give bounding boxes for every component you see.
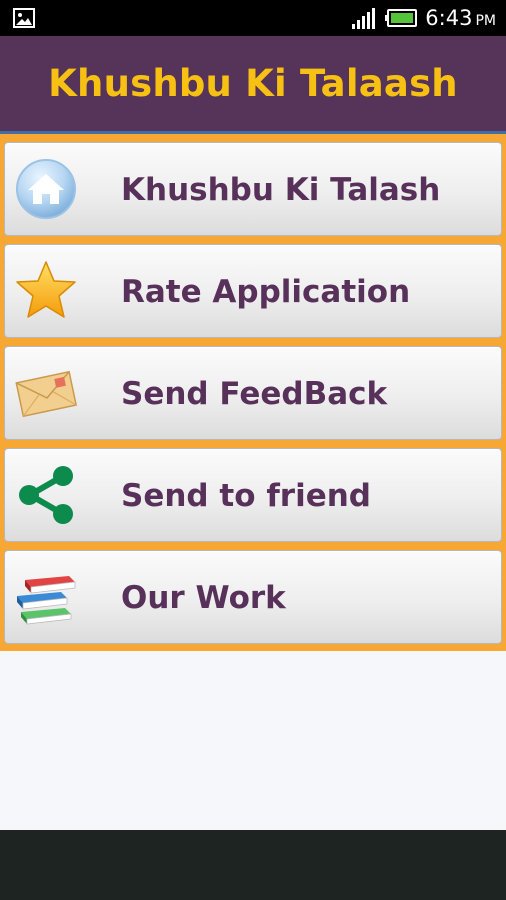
- battery-icon: [385, 9, 418, 27]
- books-icon: [17, 576, 76, 625]
- star-icon: [16, 261, 76, 318]
- menu-item-label: Our Work: [121, 580, 286, 616]
- menu-item-label: Send FeedBack: [121, 376, 388, 412]
- status-right: 6:43 PM: [351, 0, 496, 36]
- menu-item-label: Rate Application: [121, 274, 411, 310]
- clock: 6:43 PM: [425, 6, 496, 30]
- menu-item-send-feedback[interactable]: Send FeedBack: [4, 346, 502, 440]
- home-icon: [16, 159, 76, 219]
- menu-item-our-work[interactable]: Our Work: [4, 550, 502, 644]
- navigation-bar: [0, 830, 506, 900]
- app-title-bar: Khushbu Ki Talaash: [0, 36, 506, 134]
- menu-item-label: Send to friend: [121, 478, 371, 514]
- clock-time: 6:43: [425, 6, 473, 30]
- menu-item-khushbu-ki-talash[interactable]: Khushbu Ki Talash: [4, 142, 502, 236]
- menu-item-rate-application[interactable]: Rate Application: [4, 244, 502, 338]
- share-icon: [19, 466, 73, 524]
- signal-icon: [352, 8, 376, 29]
- app-title: Khushbu Ki Talaash: [48, 62, 458, 105]
- envelope-icon: [15, 370, 78, 418]
- status-bar: 6:43 PM: [0, 0, 506, 36]
- menu-item-send-to-friend[interactable]: Send to friend: [4, 448, 502, 542]
- clock-ampm: PM: [475, 13, 496, 29]
- menu-list: Khushbu Ki Talash Rate Application Send …: [0, 134, 506, 651]
- menu-item-label: Khushbu Ki Talash: [121, 172, 441, 208]
- gallery-icon: [13, 8, 35, 28]
